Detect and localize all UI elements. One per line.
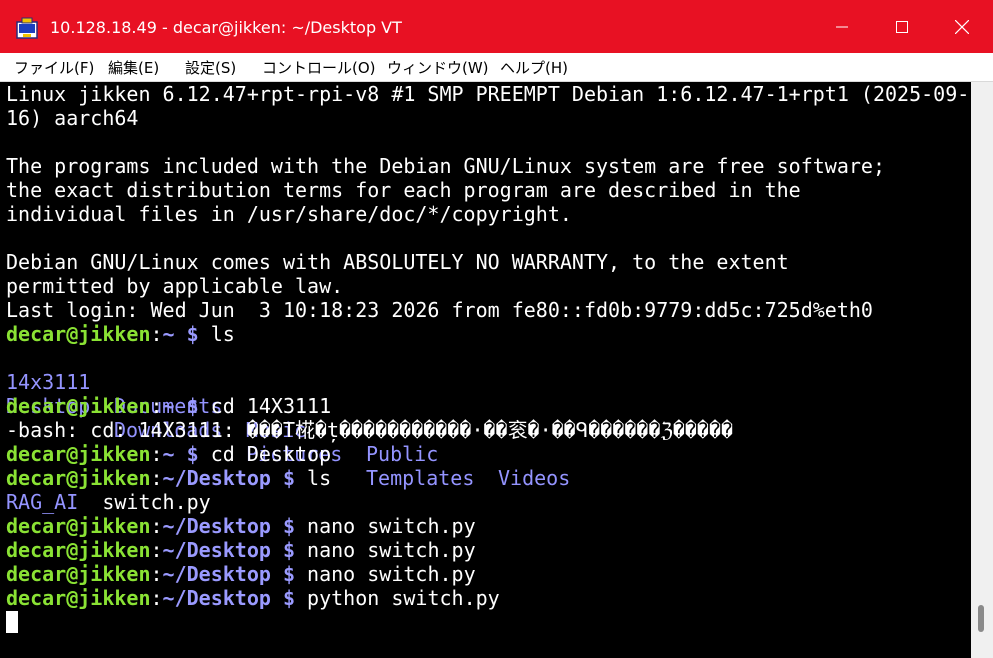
terminal-line: The programs included with the Debian GN… (6, 154, 885, 178)
dir-entry: Templates (366, 466, 475, 490)
prompt-line: decar@jikken:~/Desktop $ nano switch.py (6, 562, 476, 586)
menu-settings[interactable]: 設定(S) (185, 57, 236, 78)
scrollbar-thumb[interactable] (978, 605, 984, 632)
minimize-button[interactable] (812, 0, 872, 53)
maximize-icon (896, 20, 908, 33)
maximize-button[interactable] (872, 0, 932, 53)
prompt-line: decar@jikken:~ $ cd Desktop (6, 442, 331, 466)
menu-edit[interactable]: 編集(E) (108, 57, 159, 78)
minimize-icon (836, 26, 848, 27)
prompt-user: decar@jikken (6, 538, 151, 562)
menu-help[interactable]: ヘルプ(H) (500, 57, 568, 78)
dir-entry: RAG_AI (6, 490, 79, 514)
prompt-path: ~/Desktop (162, 514, 271, 538)
prompt-path: ~ (162, 322, 175, 346)
terminal-line: 16) aarch64 (6, 106, 139, 130)
prompt-path: ~ (162, 442, 175, 466)
ls-output-line: 14x3111 Documents Music Public Videos (6, 346, 570, 490)
prompt-line: decar@jikken:~/Desktop $ ls (6, 466, 331, 490)
prompt-path: ~/Desktop (162, 586, 271, 610)
error-line: -bash: cd: 14X3111: ���T椛�ț�����������·�… (6, 418, 734, 442)
prompt-separator: : (150, 322, 163, 346)
prompt-user: decar@jikken (6, 514, 151, 538)
dir-entry: Videos (498, 466, 571, 490)
prompt-user: decar@jikken (6, 466, 151, 490)
close-icon (955, 19, 969, 34)
command-text: ls (198, 322, 235, 346)
prompt-line: decar@jikken:~/Desktop $ nano switch.py (6, 514, 476, 538)
prompt-separator: : (150, 442, 163, 466)
command-text: ls (295, 466, 332, 490)
prompt-line: decar@jikken:~ $ ls (6, 322, 235, 346)
prompt-separator: : (150, 586, 163, 610)
command-text: python switch.py (295, 586, 500, 610)
terminal-line: Linux jikken 6.12.47+rpt-rpi-v8 #1 SMP P… (6, 82, 970, 106)
prompt-separator: : (150, 394, 163, 418)
text-cursor (6, 611, 18, 633)
prompt-symbol: $ (270, 538, 296, 562)
terminal-output[interactable]: Linux jikken 6.12.47+rpt-rpi-v8 #1 SMP P… (0, 82, 971, 658)
prompt-user: decar@jikken (6, 442, 151, 466)
command-text: nano switch.py (295, 562, 476, 586)
command-text: cd Desktop (198, 442, 332, 466)
dir-entry: Public (366, 442, 439, 466)
command-text: nano switch.py (295, 514, 476, 538)
prompt-symbol: $ (174, 442, 199, 466)
prompt-symbol: $ (270, 514, 296, 538)
command-text: nano switch.py (295, 538, 476, 562)
terminal-line: Debian GNU/Linux comes with ABSOLUTELY N… (6, 250, 789, 274)
menu-bar: ファイル(F) 編集(E) 設定(S) コントロール(O) ウィンドウ(W) ヘ… (0, 53, 993, 82)
prompt-path: ~ (162, 394, 175, 418)
prompt-symbol: $ (270, 466, 296, 490)
terminal-line: Last login: Wed Jun 3 10:18:23 2026 from… (6, 298, 873, 322)
prompt-symbol: $ (174, 322, 199, 346)
close-button[interactable] (932, 0, 992, 53)
ls-output-line: RAG_AI switch.py (6, 490, 211, 514)
terminal-line: individual files in /usr/share/doc/*/cop… (6, 202, 572, 226)
prompt-path: ~/Desktop (162, 562, 271, 586)
prompt-user: decar@jikken (6, 562, 151, 586)
prompt-user: decar@jikken (6, 394, 151, 418)
prompt-line: decar@jikken:~ $ cd 14X3111 (6, 394, 331, 418)
terminal-line: the exact distribution terms for each pr… (6, 178, 801, 202)
window-title: 10.128.18.49 - decar@jikken: ~/Desktop V… (50, 18, 402, 37)
menu-control[interactable]: コントロール(O) (262, 57, 376, 78)
prompt-user: decar@jikken (6, 586, 151, 610)
prompt-separator: : (150, 538, 163, 562)
file-entry: switch.py (78, 490, 211, 514)
prompt-separator: : (150, 514, 163, 538)
prompt-line: decar@jikken:~/Desktop $ nano switch.py (6, 538, 476, 562)
title-bar[interactable]: 10.128.18.49 - decar@jikken: ~/Desktop V… (0, 0, 993, 53)
app-icon[interactable] (16, 17, 38, 39)
prompt-path: ~/Desktop (162, 538, 271, 562)
ls-output-line: Desktop Downloads Pictures Templates (6, 370, 474, 490)
prompt-user: decar@jikken (6, 322, 151, 346)
menu-file[interactable]: ファイル(F) (14, 57, 94, 78)
terminal-line: permitted by applicable law. (6, 274, 344, 298)
prompt-symbol: $ (270, 586, 296, 610)
command-text: cd 14X3111 (198, 394, 332, 418)
prompt-line: decar@jikken:~/Desktop $ python switch.p… (6, 586, 500, 610)
vertical-scrollbar[interactable] (971, 82, 993, 658)
prompt-path: ~/Desktop (162, 466, 271, 490)
prompt-separator: : (150, 466, 163, 490)
prompt-symbol: $ (174, 394, 199, 418)
prompt-separator: : (150, 562, 163, 586)
menu-window[interactable]: ウィンドウ(W) (387, 57, 489, 78)
prompt-symbol: $ (270, 562, 296, 586)
